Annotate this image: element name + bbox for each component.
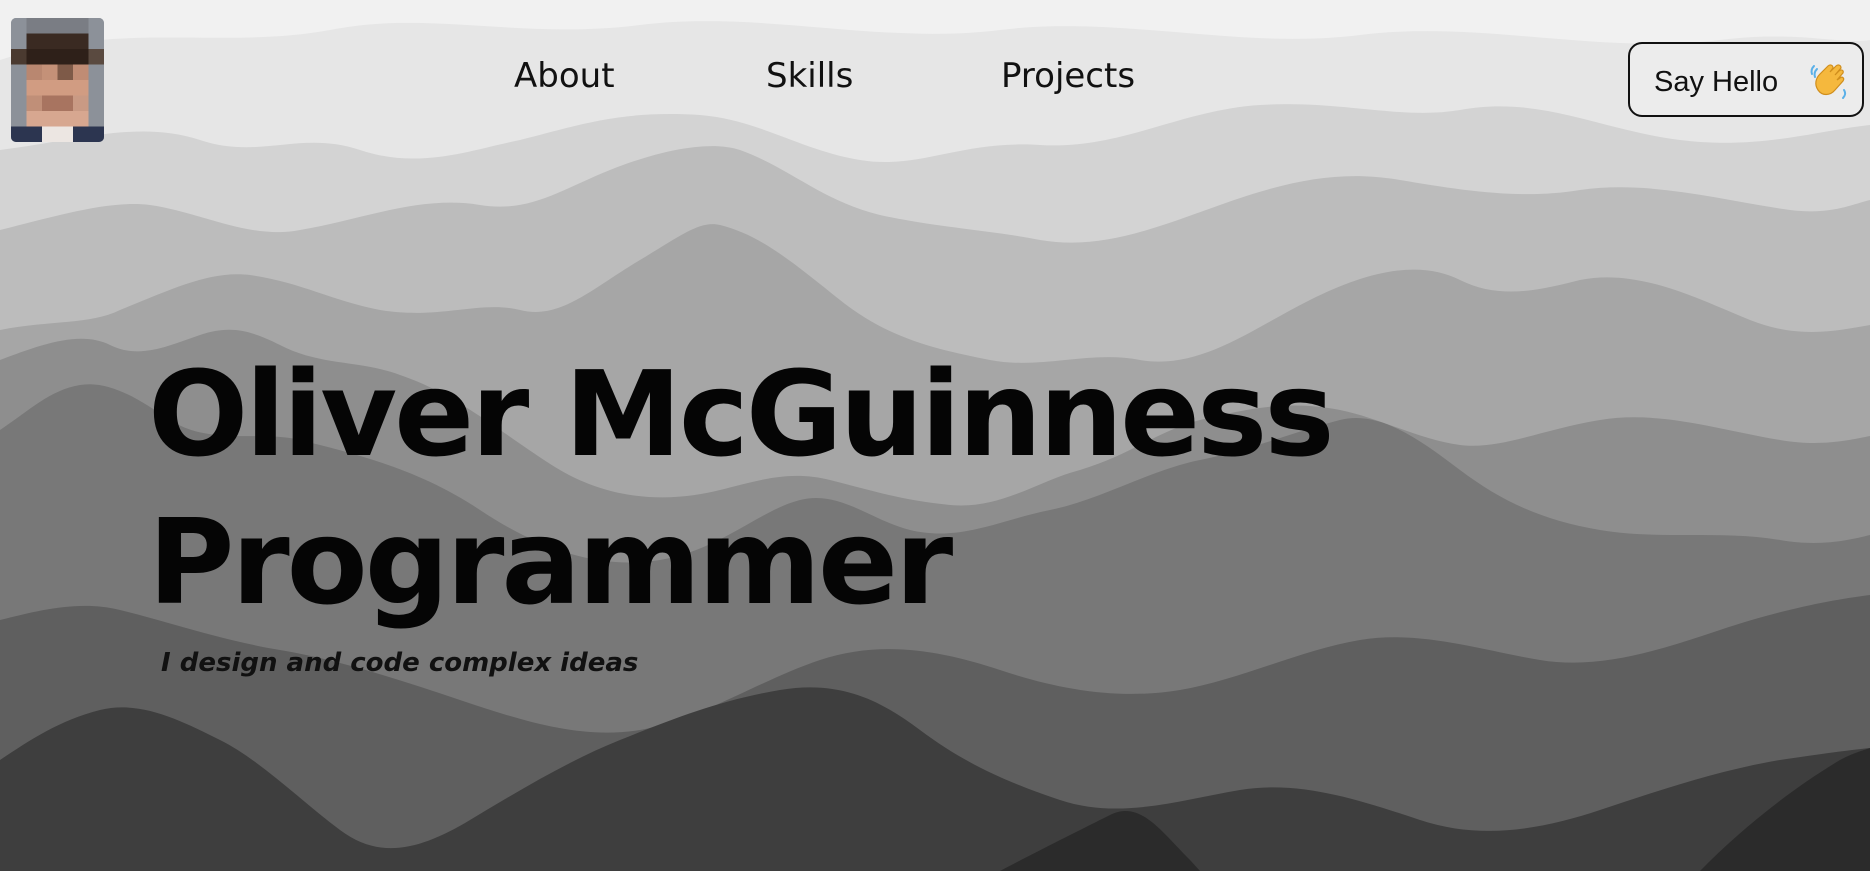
hero-role: Programmer (148, 493, 953, 631)
hero-name: Oliver McGuinness (148, 345, 1335, 483)
nav-link-projects[interactable]: Projects (1001, 56, 1135, 96)
main-nav: About Skills Projects (0, 56, 1870, 102)
nav-link-about[interactable]: About (514, 56, 615, 96)
page: About Skills Projects Say Hello Oliver M… (0, 0, 1870, 871)
hero-tagline: I design and code complex ideas (161, 648, 639, 678)
hero-heading: Oliver McGuinness Programmer (148, 340, 1335, 636)
nav-link-skills[interactable]: Skills (766, 56, 853, 96)
say-hello-label: Say Hello (1654, 66, 1779, 98)
say-hello-button[interactable]: Say Hello (1628, 42, 1864, 117)
waving-hand-icon (1810, 64, 1847, 99)
